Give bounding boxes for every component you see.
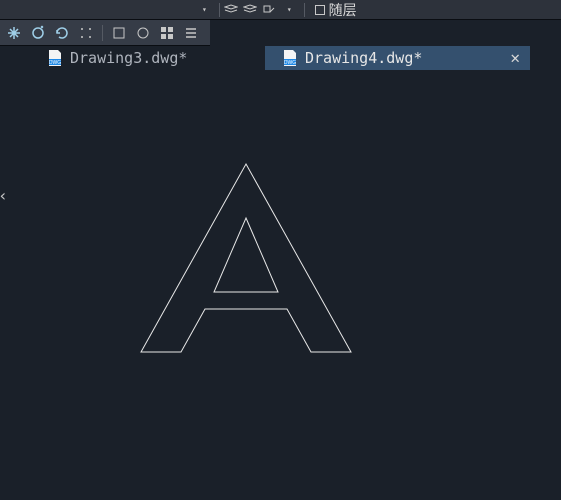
grid-large-icon[interactable] <box>159 25 175 41</box>
ribbon-icon-group <box>224 4 277 16</box>
document-tab-drawing4[interactable]: DWG Drawing4.dwg* ✕ <box>265 46 530 70</box>
close-tab-button[interactable]: ✕ <box>510 48 520 67</box>
tab-label: Drawing4.dwg* <box>305 49 422 67</box>
drawing-canvas[interactable]: ‹ <box>0 70 561 500</box>
document-tab-bar: DWG Drawing3.dwg* DWG Drawing4.dwg* ✕ <box>0 46 561 70</box>
layer-icon-2[interactable] <box>243 4 258 16</box>
toolbar-separator <box>102 25 103 41</box>
ribbon-separator-2 <box>304 3 305 17</box>
layer-color-dropdown[interactable]: 随层 <box>309 0 363 20</box>
dwg-file-icon: DWG <box>48 50 62 66</box>
rect-icon[interactable] <box>111 25 127 41</box>
list-icon[interactable] <box>183 25 199 41</box>
pan-icon[interactable] <box>6 25 22 41</box>
svg-text:DWG: DWG <box>284 60 296 66</box>
dwg-file-icon: DWG <box>283 50 297 66</box>
layer-icon-1[interactable] <box>224 4 239 16</box>
color-swatch-icon <box>315 5 325 15</box>
orbit-icon[interactable] <box>30 25 46 41</box>
circle-icon[interactable] <box>135 25 151 41</box>
layer-dropdown-label: 随层 <box>329 0 357 20</box>
ribbon-bar: ▾ ▾ 随层 <box>0 0 561 20</box>
ribbon-dropdown-caret-2[interactable]: ▾ <box>285 5 292 14</box>
document-tab-drawing3[interactable]: DWG Drawing3.dwg* <box>0 46 265 70</box>
drawing-content <box>0 70 561 500</box>
layer-match-icon[interactable] <box>262 4 277 16</box>
points-icon[interactable] <box>78 25 94 41</box>
refresh-icon[interactable] <box>54 25 70 41</box>
tab-label: Drawing3.dwg* <box>70 49 187 67</box>
ribbon-dropdown-caret-1[interactable]: ▾ <box>200 5 207 14</box>
svg-text:DWG: DWG <box>49 60 61 66</box>
ribbon-separator <box>219 3 220 17</box>
view-toolbar <box>0 20 210 46</box>
